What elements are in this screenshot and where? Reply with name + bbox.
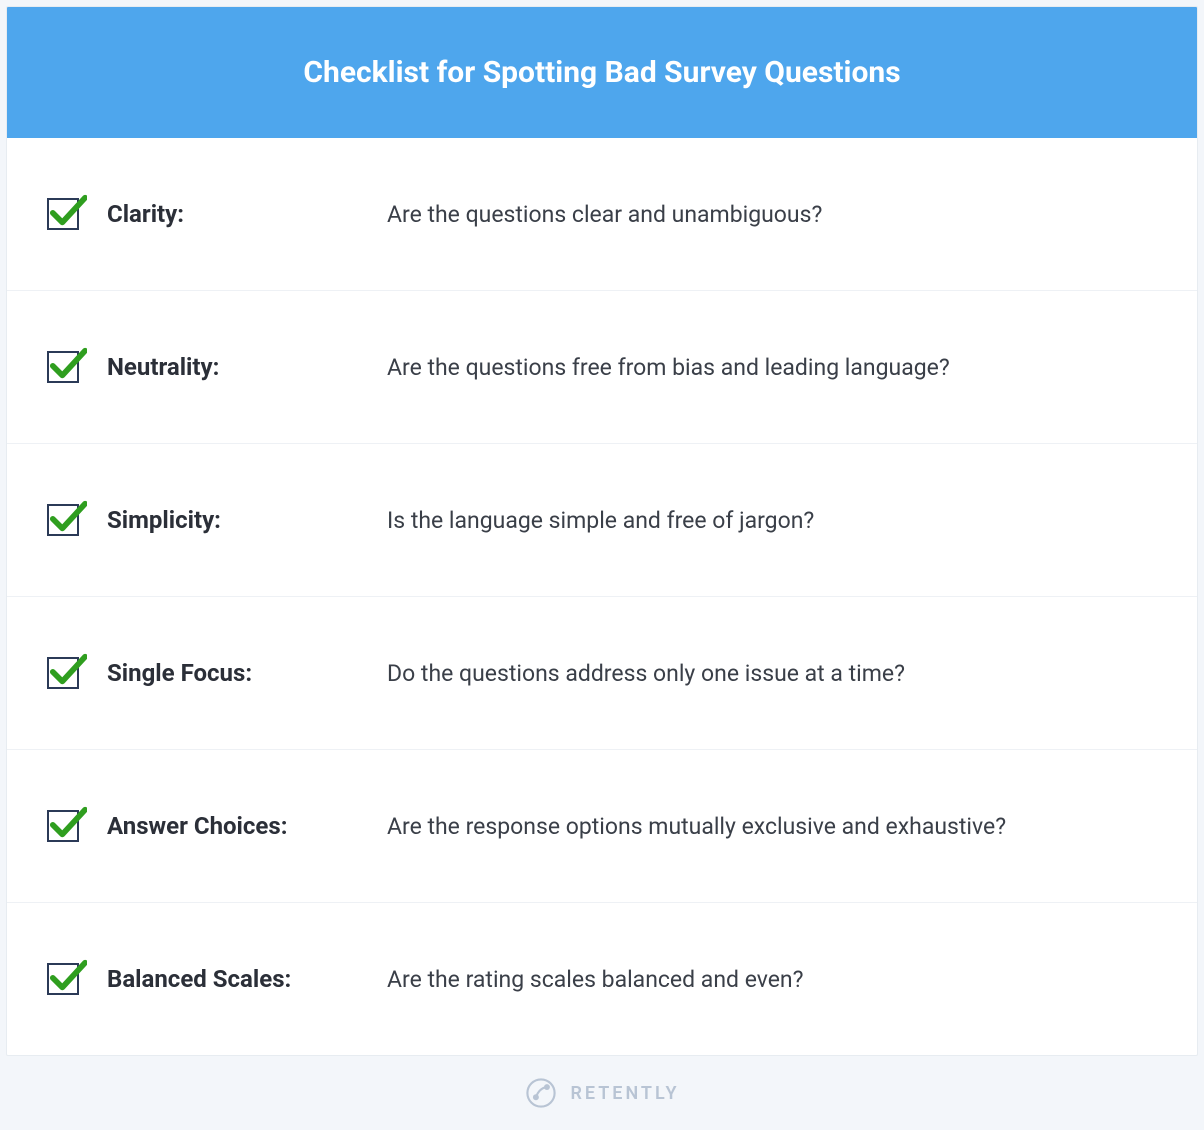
checkmark-icon <box>49 192 87 230</box>
checkmark-icon <box>49 498 87 536</box>
checklist-card: Checklist for Spotting Bad Survey Questi… <box>6 6 1198 1056</box>
item-label: Simplicity: <box>107 506 387 534</box>
item-label: Answer Choices: <box>107 812 387 840</box>
checklist-rows: Clarity: Are the questions clear and una… <box>7 138 1197 1055</box>
checkbox-icon <box>47 351 79 383</box>
item-label: Single Focus: <box>107 659 387 687</box>
checklist-row: Answer Choices: Are the response options… <box>7 750 1197 903</box>
checkmark-icon <box>49 651 87 689</box>
item-description: Is the language simple and free of jargo… <box>387 507 1157 534</box>
checkbox-icon <box>47 963 79 995</box>
check-column <box>47 963 107 995</box>
item-label: Balanced Scales: <box>107 965 387 993</box>
checklist-row: Balanced Scales: Are the rating scales b… <box>7 903 1197 1055</box>
checklist-row: Neutrality: Are the questions free from … <box>7 291 1197 444</box>
checkbox-icon <box>47 504 79 536</box>
header-title: Checklist for Spotting Bad Survey Questi… <box>303 55 900 90</box>
check-column <box>47 351 107 383</box>
item-description: Are the rating scales balanced and even? <box>387 966 1157 993</box>
checkbox-icon <box>47 198 79 230</box>
item-description: Are the questions clear and unambiguous? <box>387 201 1157 228</box>
check-column <box>47 810 107 842</box>
checkbox-icon <box>47 810 79 842</box>
checkbox-icon <box>47 657 79 689</box>
checkmark-icon <box>49 345 87 383</box>
brand-name: RETENTLY <box>570 1083 679 1104</box>
check-column <box>47 198 107 230</box>
check-column <box>47 657 107 689</box>
checklist-row: Single Focus: Do the questions address o… <box>7 597 1197 750</box>
checkmark-icon <box>49 957 87 995</box>
checklist-row: Clarity: Are the questions clear and una… <box>7 138 1197 291</box>
check-column <box>47 504 107 536</box>
checkmark-icon <box>49 804 87 842</box>
item-description: Do the questions address only one issue … <box>387 660 1157 687</box>
footer: RETENTLY <box>6 1056 1198 1120</box>
brand-logo-icon <box>524 1076 558 1110</box>
item-description: Are the response options mutually exclus… <box>387 813 1157 840</box>
card-header: Checklist for Spotting Bad Survey Questi… <box>7 7 1197 138</box>
item-description: Are the questions free from bias and lea… <box>387 354 1157 381</box>
item-label: Neutrality: <box>107 353 387 381</box>
item-label: Clarity: <box>107 200 387 228</box>
checklist-row: Simplicity: Is the language simple and f… <box>7 444 1197 597</box>
